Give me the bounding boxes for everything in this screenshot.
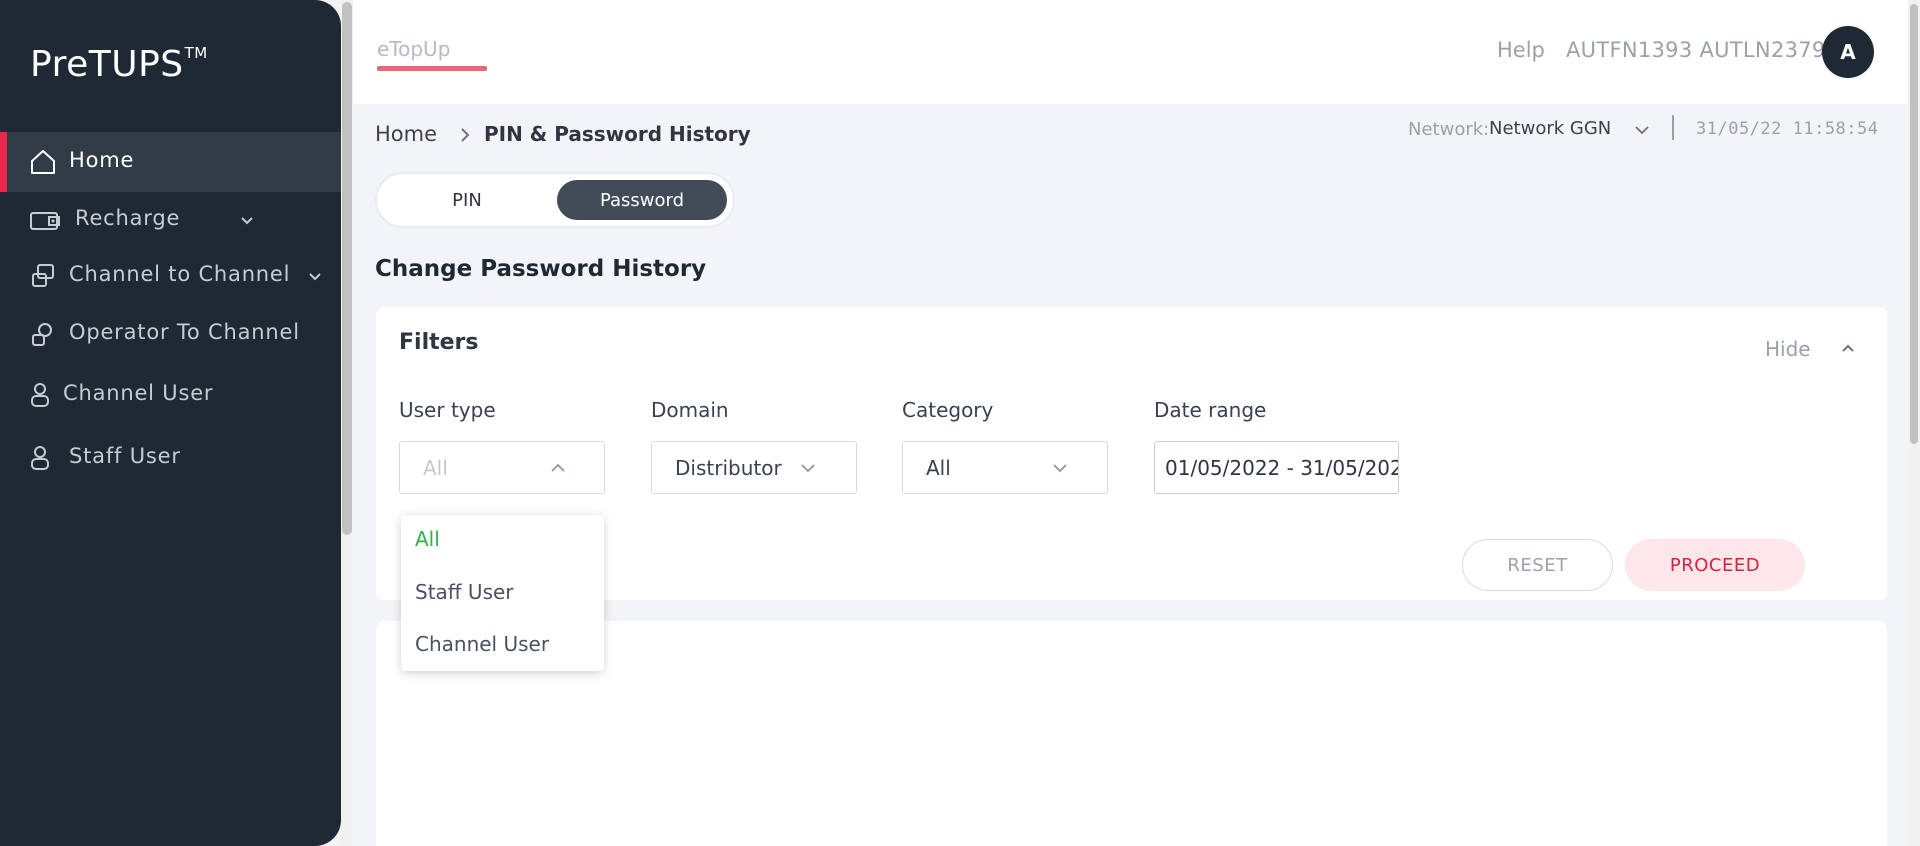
user-type-dropdown: All Staff User Channel User xyxy=(401,515,604,671)
sidebar-scrollbar-thumb[interactable] xyxy=(342,2,352,535)
sidebar-item-label: Channel User xyxy=(63,381,214,405)
channel-transfer-icon xyxy=(32,264,54,287)
sidebar-item-channel-to-channel[interactable]: Channel to Channel xyxy=(0,246,341,306)
breadcrumb-home[interactable]: Home xyxy=(375,122,437,146)
user-type-select[interactable]: All xyxy=(399,441,605,494)
sidebar-item-label: Staff User xyxy=(69,444,181,468)
date-range-value: 01/05/2022 - 31/05/2022 xyxy=(1165,456,1399,480)
chevron-up-icon[interactable] xyxy=(1840,340,1856,356)
dropdown-option-staff-user[interactable]: Staff User xyxy=(415,580,514,604)
chevron-down-icon xyxy=(1053,464,1067,473)
sidebar-item-home[interactable]: Home xyxy=(0,132,341,192)
operator-icon xyxy=(32,323,52,346)
tab-active-indicator xyxy=(377,66,487,71)
pin-password-toggle: PIN Password xyxy=(375,172,735,228)
network-label: Network: xyxy=(1408,119,1490,140)
app-logo: PreTUPSTM xyxy=(30,44,208,85)
chevron-down-icon xyxy=(241,217,253,225)
date-range-label: Date range xyxy=(1154,398,1267,422)
user-icon xyxy=(31,383,49,407)
sidebar-item-label: Recharge xyxy=(75,206,181,230)
network-select[interactable]: Network GGN xyxy=(1489,118,1611,139)
user-type-value: All xyxy=(423,456,448,480)
sidebar-item-label: Channel to Channel xyxy=(69,262,291,286)
sidebar-item-channel-user[interactable]: Channel User xyxy=(0,365,341,425)
proceed-button[interactable]: PROCEED xyxy=(1625,539,1805,591)
chevron-down-icon xyxy=(309,273,321,281)
category-label: Category xyxy=(902,398,994,422)
chevron-up-icon xyxy=(551,463,565,472)
page-scrollbar-thumb[interactable] xyxy=(1910,4,1918,444)
sidebar-item-label: Operator To Channel xyxy=(69,320,300,344)
reset-button[interactable]: RESET xyxy=(1462,539,1613,591)
sidebar-item-staff-user[interactable]: Staff User xyxy=(0,428,341,488)
recharge-icon xyxy=(30,212,60,230)
page-scrollbar[interactable] xyxy=(1908,0,1920,846)
chevron-down-icon[interactable] xyxy=(1634,122,1650,138)
toggle-password[interactable]: Password xyxy=(557,180,727,220)
toggle-pin[interactable]: PIN xyxy=(383,180,551,220)
sidebar: PreTUPSTM Home Recharge Channel to Chann… xyxy=(0,0,341,846)
divider xyxy=(1672,115,1674,140)
help-link[interactable]: Help xyxy=(1497,38,1545,62)
datetime: 31/05/22 11:58:54 xyxy=(1696,119,1879,139)
sidebar-item-operator-to-channel[interactable]: Operator To Channel xyxy=(0,304,341,364)
user-type-label: User type xyxy=(399,398,496,422)
tab-etopup[interactable]: eTopUp xyxy=(377,37,450,61)
domain-select[interactable]: Distributor xyxy=(651,441,857,494)
hide-filters-button[interactable]: Hide xyxy=(1765,337,1811,361)
domain-value: Distributor xyxy=(675,456,782,480)
user-name[interactable]: AUTFN1393 AUTLN2379 xyxy=(1566,38,1826,62)
user-icon xyxy=(31,446,49,470)
domain-label: Domain xyxy=(651,398,729,422)
page-title: Change Password History xyxy=(375,256,707,282)
breadcrumb-current: PIN & Password History xyxy=(484,122,751,146)
filters-title: Filters xyxy=(399,330,479,355)
chevron-right-icon xyxy=(461,128,470,142)
date-range-input[interactable]: 01/05/2022 - 31/05/2022 xyxy=(1154,441,1399,494)
category-select[interactable]: All xyxy=(902,441,1108,494)
avatar[interactable]: A xyxy=(1822,26,1874,78)
dropdown-option-channel-user[interactable]: Channel User xyxy=(415,632,549,656)
chevron-down-icon xyxy=(801,464,815,473)
home-icon xyxy=(31,150,55,174)
dropdown-option-all[interactable]: All xyxy=(415,527,440,551)
category-value: All xyxy=(926,456,951,480)
sidebar-item-label: Home xyxy=(69,148,135,172)
sidebar-item-recharge[interactable]: Recharge xyxy=(0,190,341,250)
sidebar-scrollbar[interactable] xyxy=(341,0,353,846)
